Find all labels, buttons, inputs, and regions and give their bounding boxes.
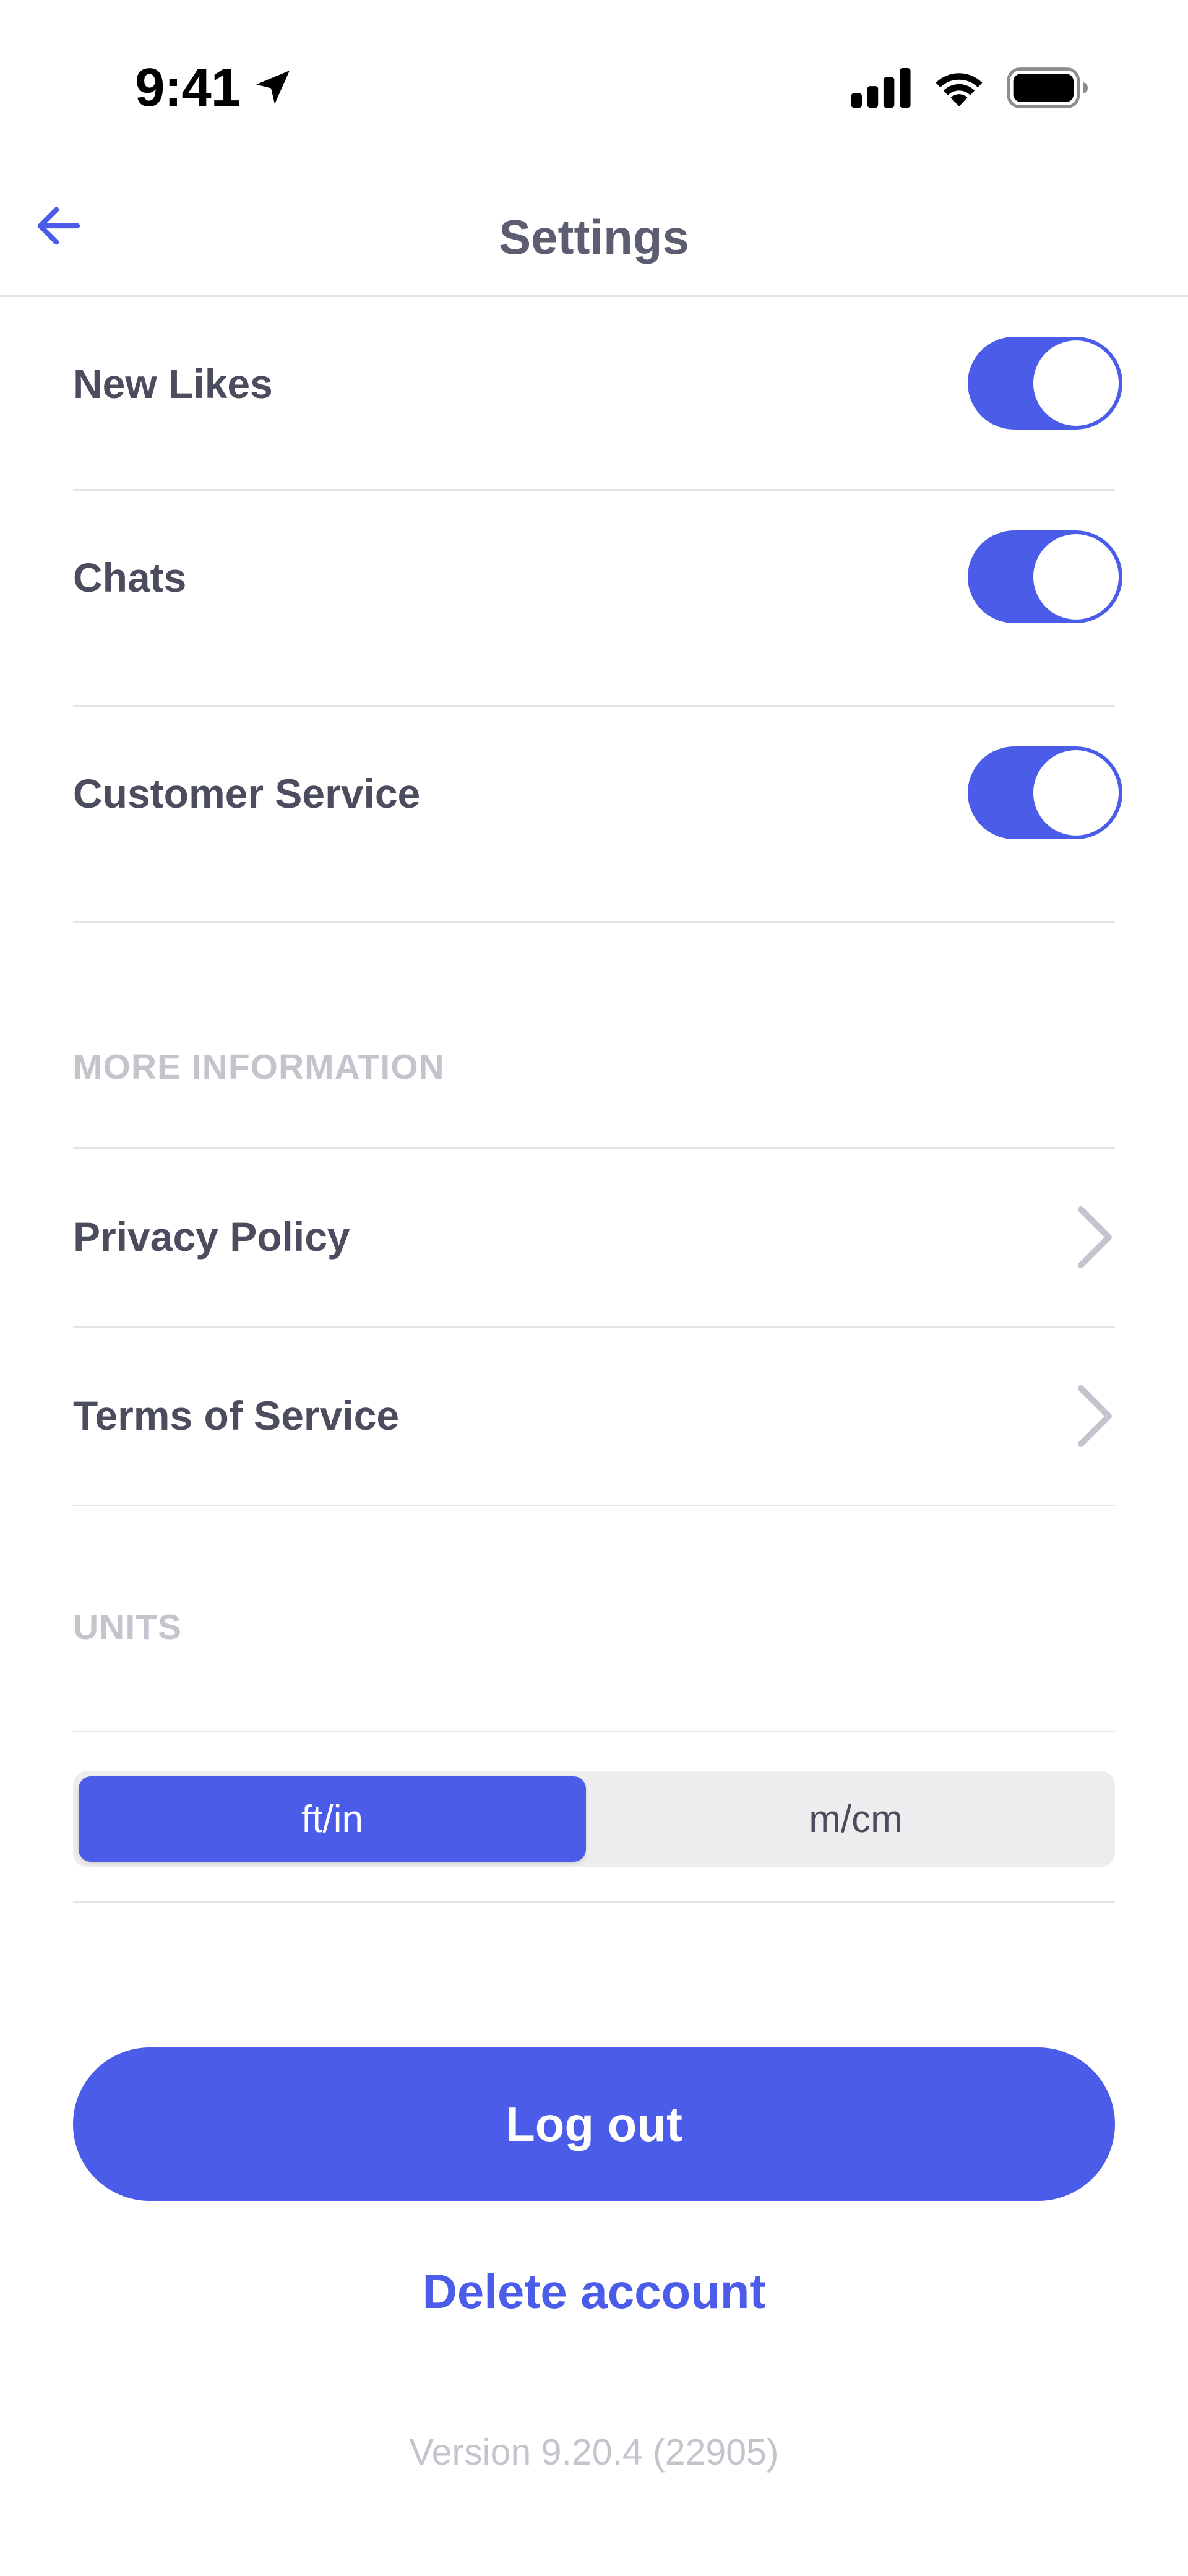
settings-list: New Likes Chats Customer Service MORE IN… — [73, 297, 1122, 1903]
navigation-bar: Settings — [0, 167, 1188, 297]
settings-screen: 9:41 Settings New Likes Chats Customer S… — [0, 0, 1188, 2576]
location-arrow-icon — [256, 71, 290, 104]
section-label: UNITS — [73, 1607, 182, 1647]
chevron-right-icon — [1078, 1385, 1112, 1447]
delete-account-link[interactable]: Delete account — [0, 2260, 1188, 2322]
setting-row-new-likes: New Likes — [73, 297, 1122, 491]
setting-label: Chats — [73, 555, 187, 600]
cellular-signal-icon — [851, 68, 911, 108]
setting-label: New Likes — [73, 361, 273, 407]
link-label: Terms of Service — [73, 1393, 400, 1438]
status-time: 9:41 — [135, 58, 241, 118]
chats-toggle[interactable] — [968, 530, 1122, 623]
logout-button[interactable]: Log out — [73, 2047, 1115, 2201]
units-segmented-control: ft/in m/cm — [73, 1771, 1115, 1867]
units-option-m-cm[interactable]: m/cm — [602, 1776, 1109, 1862]
toggle-knob — [1033, 750, 1119, 836]
toggle-knob — [1033, 534, 1119, 620]
toggle-knob — [1033, 340, 1119, 426]
setting-row-customer-service: Customer Service — [73, 707, 1122, 923]
units-option-ft-in[interactable]: ft/in — [79, 1776, 586, 1862]
link-label: Privacy Policy — [73, 1214, 350, 1260]
section-header-units: UNITS — [73, 1506, 1115, 1732]
customer-service-toggle[interactable] — [968, 746, 1122, 839]
status-bar: 9:41 — [0, 0, 1188, 167]
setting-label: Customer Service — [73, 771, 421, 816]
version-label: Version 9.20.4 (22905) — [409, 2432, 779, 2473]
terms-of-service-row[interactable]: Terms of Service — [73, 1328, 1115, 1506]
page-title: Settings — [499, 210, 689, 264]
battery-icon — [1007, 67, 1088, 108]
wifi-icon — [936, 73, 983, 106]
section-label: MORE INFORMATION — [73, 1047, 445, 1087]
setting-row-chats: Chats — [73, 491, 1122, 707]
section-header-more-information: MORE INFORMATION — [73, 923, 1115, 1149]
units-row: ft/in m/cm — [73, 1732, 1115, 1903]
chevron-right-icon — [1078, 1206, 1112, 1268]
new-likes-toggle[interactable] — [968, 337, 1122, 430]
privacy-policy-row[interactable]: Privacy Policy — [73, 1149, 1115, 1328]
